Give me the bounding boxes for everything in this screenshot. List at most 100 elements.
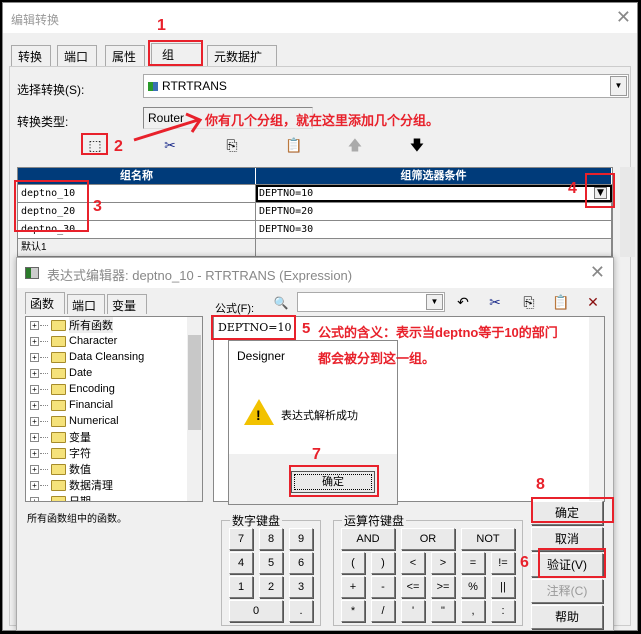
find-combo[interactable]: ▼: [297, 292, 445, 312]
key-dot[interactable]: .: [289, 600, 313, 622]
key-neq[interactable]: !=: [491, 552, 515, 574]
function-tree[interactable]: + 所有函数 + Character + Data Cleansing + Date +…: [25, 316, 203, 502]
tree-scrollbar[interactable]: [187, 317, 202, 501]
expand-icon[interactable]: +: [30, 320, 39, 330]
find-icon[interactable]: 🔍: [271, 293, 291, 313]
tree-item[interactable]: + 所有函数: [26, 317, 202, 333]
table-row[interactable]: deptno_10 DEPTNO=10 ▼: [18, 184, 612, 202]
expand-icon[interactable]: +: [30, 448, 39, 458]
close-icon[interactable]: ✕: [616, 7, 631, 28]
expand-icon[interactable]: +: [30, 336, 39, 346]
tree-item[interactable]: + 数值: [26, 461, 202, 477]
move-up-icon[interactable]: 🡅: [345, 135, 365, 155]
tree-item[interactable]: + Character: [26, 333, 202, 349]
key-gt[interactable]: >: [431, 552, 455, 574]
message-text: 表达式解析成功: [281, 410, 358, 422]
tab-ports[interactable]: 端口: [67, 294, 105, 314]
key-not[interactable]: NOT: [461, 528, 515, 550]
key-0[interactable]: 0: [229, 600, 283, 622]
grid-scrollbar[interactable]: [620, 167, 635, 257]
cut-icon[interactable]: ✂: [485, 292, 505, 312]
comment-button[interactable]: 注释(C): [531, 579, 603, 603]
key-lparen[interactable]: (: [341, 552, 365, 574]
expand-icon[interactable]: +: [30, 432, 39, 442]
chevron-down-icon[interactable]: ▼: [610, 76, 627, 96]
expand-icon[interactable]: +: [30, 464, 39, 474]
group-condition-cell[interactable]: [256, 239, 612, 256]
close-icon[interactable]: ✕: [590, 262, 605, 283]
key-double-quote[interactable]: ": [431, 600, 455, 622]
key-single-quote[interactable]: ': [401, 600, 425, 622]
key-eq[interactable]: =: [461, 552, 485, 574]
expand-icon[interactable]: +: [30, 400, 39, 410]
expand-icon[interactable]: +: [30, 352, 39, 362]
copy-icon[interactable]: ⎘: [222, 135, 242, 155]
copy-icon[interactable]: ⎘: [519, 292, 539, 312]
tree-item[interactable]: + 数据清理: [26, 477, 202, 493]
key-and[interactable]: AND: [341, 528, 395, 550]
tree-item[interactable]: + Data Cleansing: [26, 349, 202, 365]
group-condition-cell[interactable]: DEPTNO=20: [256, 203, 612, 220]
header-group-filter[interactable]: 组筛选器条件: [256, 168, 612, 184]
tree-scroll-thumb[interactable]: [188, 335, 201, 430]
paste-icon[interactable]: 📋: [284, 135, 304, 155]
key-mod[interactable]: %: [461, 576, 485, 598]
group-condition-cell[interactable]: DEPTNO=30: [256, 221, 612, 238]
chevron-down-icon[interactable]: ▼: [426, 294, 443, 310]
key-3[interactable]: 3: [289, 576, 313, 598]
key-gte[interactable]: >=: [431, 576, 455, 598]
key-colon[interactable]: :: [491, 600, 515, 622]
formula-scrollbar[interactable]: [589, 317, 604, 501]
expand-icon[interactable]: +: [30, 480, 39, 490]
table-row[interactable]: 默认1: [18, 238, 612, 256]
table-row[interactable]: deptno_20 DEPTNO=20: [18, 202, 612, 220]
tree-item[interactable]: + 变量: [26, 429, 202, 445]
annotation-box-2: [81, 133, 108, 155]
key-5[interactable]: 5: [259, 552, 283, 574]
key-lt[interactable]: <: [401, 552, 425, 574]
key-or[interactable]: OR: [401, 528, 455, 550]
key-lte[interactable]: <=: [401, 576, 425, 598]
move-down-icon[interactable]: 🡇: [407, 135, 427, 155]
tab-properties[interactable]: 属性: [105, 45, 145, 67]
tab-variables[interactable]: 变量: [107, 294, 147, 314]
key-plus[interactable]: +: [341, 576, 365, 598]
tree-item[interactable]: + 字符: [26, 445, 202, 461]
expand-icon[interactable]: +: [30, 416, 39, 426]
key-9[interactable]: 9: [289, 528, 313, 550]
expand-icon[interactable]: +: [30, 496, 39, 501]
tree-item[interactable]: + Date: [26, 365, 202, 381]
key-7[interactable]: 7: [229, 528, 253, 550]
key-minus[interactable]: -: [371, 576, 395, 598]
delete-icon[interactable]: ✕: [583, 292, 603, 312]
undo-icon[interactable]: ↶: [453, 292, 473, 312]
tab-functions[interactable]: 函数: [25, 292, 65, 314]
group-condition-cell[interactable]: DEPTNO=10 ▼: [256, 185, 612, 202]
key-6[interactable]: 6: [289, 552, 313, 574]
key-2[interactable]: 2: [259, 576, 283, 598]
tree-item[interactable]: + Numerical: [26, 413, 202, 429]
table-row[interactable]: deptno_30 DEPTNO=30: [18, 220, 612, 238]
key-1[interactable]: 1: [229, 576, 253, 598]
tree-item[interactable]: + 日期: [26, 493, 202, 501]
tree-item[interactable]: + Financial: [26, 397, 202, 413]
tree-item-label: Date: [69, 367, 93, 379]
tree-item[interactable]: + Encoding: [26, 381, 202, 397]
key-rparen[interactable]: ): [371, 552, 395, 574]
tab-ports[interactable]: 端口: [57, 45, 97, 67]
expand-icon[interactable]: +: [30, 384, 39, 394]
help-button[interactable]: 帮助: [531, 605, 603, 629]
key-concat[interactable]: ||: [491, 576, 515, 598]
expand-icon[interactable]: +: [30, 368, 39, 378]
tree-item-label: 变量: [69, 432, 91, 444]
tab-metadata-extensions[interactable]: 元数据扩展: [207, 45, 277, 81]
key-comma[interactable]: ,: [461, 600, 485, 622]
group-name-cell[interactable]: 默认1: [18, 239, 256, 256]
key-multiply[interactable]: *: [341, 600, 365, 622]
key-8[interactable]: 8: [259, 528, 283, 550]
paste-icon[interactable]: 📋: [551, 292, 571, 312]
tab-transform[interactable]: 转换: [11, 45, 51, 67]
select-transform-combo[interactable]: RTRTRANS ▼: [143, 74, 629, 98]
key-4[interactable]: 4: [229, 552, 253, 574]
key-divide[interactable]: /: [371, 600, 395, 622]
